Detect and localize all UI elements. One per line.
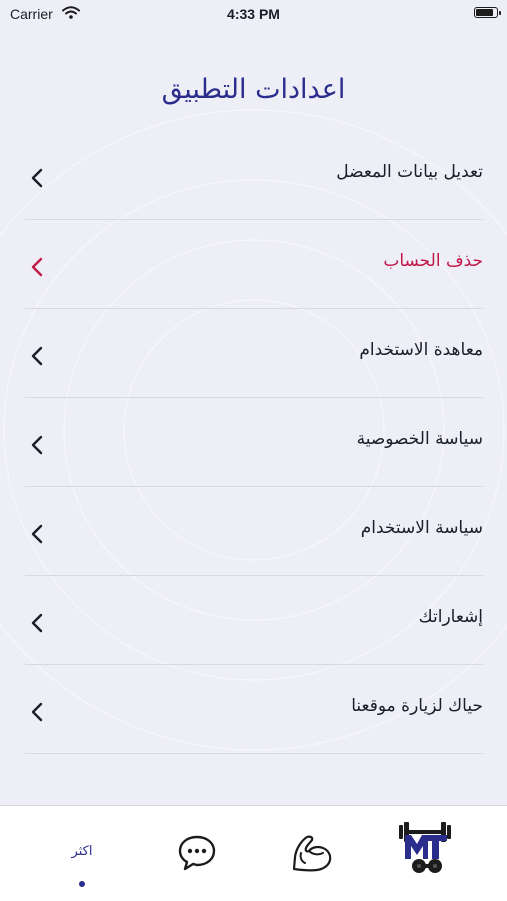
battery-icon [474,7,501,18]
tab-chat[interactable] [157,806,237,901]
settings-item-delete-account[interactable]: حذف الحساب [25,220,483,309]
settings-item-label: حذف الحساب [383,251,483,271]
settings-item-label: إشعاراتك [418,607,483,627]
settings-item-label: سياسة الخصوصية [356,429,483,449]
tab-more[interactable]: اكثر [42,806,122,901]
flexed-arm-icon [292,835,332,872]
chevron-left-icon [31,702,43,722]
tab-bar: اكثر [0,805,507,901]
active-tab-indicator [79,881,85,887]
page-title: اعدادات التطبيق [161,74,346,105]
chevron-left-icon [31,168,43,188]
settings-item-label: سياسة الاستخدام [360,518,483,538]
tab-more-label: اكثر [71,844,93,859]
tab-workout[interactable] [271,806,351,901]
settings-item-label: تعديل بيانات المعضل [336,162,483,182]
chat-bubble-icon [178,835,216,871]
settings-item-usage-policy[interactable]: سياسة الاستخدام [25,487,483,576]
settings-item-label: معاهدة الاستخدام [359,340,483,360]
mt-logo-icon [399,822,451,873]
settings-list: تعديل بيانات المعضل حذف الحساب معاهدة ال… [25,131,483,754]
chevron-left-icon [31,524,43,544]
settings-item-usage-agreement[interactable]: معاهدة الاستخدام [25,309,483,398]
tab-home[interactable] [385,806,465,901]
chevron-left-icon [31,346,43,366]
settings-item-privacy-policy[interactable]: سياسة الخصوصية [25,398,483,487]
settings-item-notifications[interactable]: إشعاراتك [25,576,483,665]
chevron-left-icon [31,435,43,455]
settings-item-visit-website[interactable]: حياك لزيارة موقعنا [25,665,483,754]
chevron-left-icon [31,613,43,633]
battery-level [476,9,494,16]
chevron-left-icon [31,257,43,277]
settings-item-label: حياك لزيارة موقعنا [351,696,483,716]
clock: 4:33 PM [227,6,280,22]
status-bar: Carrier 4:33 PM [0,0,507,28]
settings-item-edit-member-data[interactable]: تعديل بيانات المعضل [25,131,483,220]
